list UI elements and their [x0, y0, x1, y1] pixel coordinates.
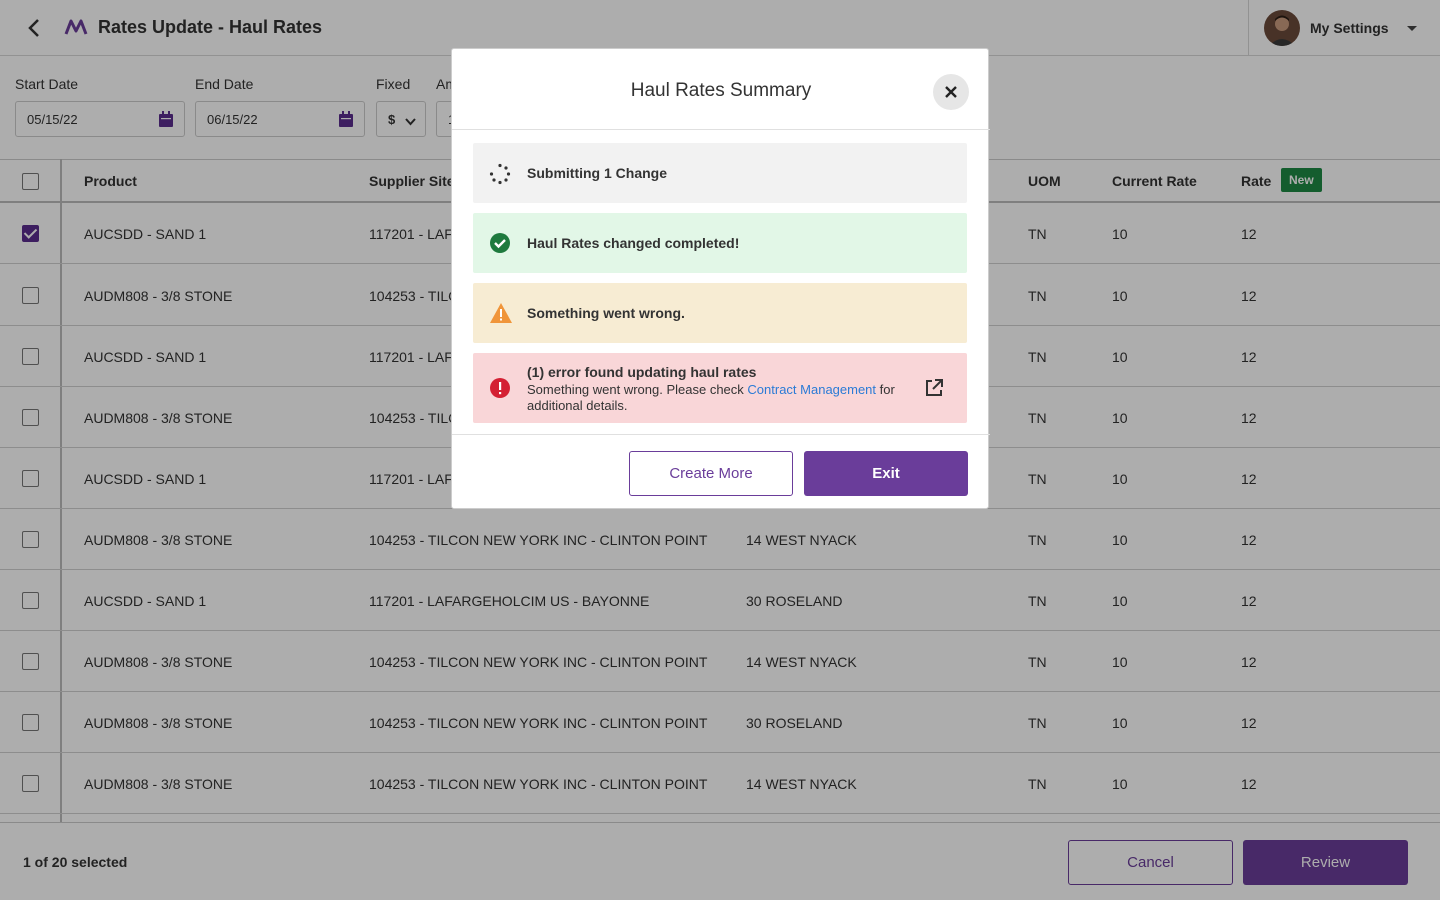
- submitting-text: Submitting 1 Change: [527, 165, 667, 181]
- create-more-button[interactable]: Create More: [629, 451, 793, 496]
- contract-management-link[interactable]: Contract Management: [747, 382, 876, 397]
- spinner-icon: [489, 163, 511, 190]
- haul-rates-summary-modal: Haul Rates Summary Submitting 1 Change H…: [451, 48, 990, 509]
- success-alert: Haul Rates changed completed!: [473, 213, 967, 273]
- modal-divider: [452, 434, 990, 435]
- modal-divider: [452, 129, 990, 130]
- modal-title: Haul Rates Summary: [630, 80, 812, 101]
- check-circle-icon: [489, 232, 511, 259]
- close-icon[interactable]: [933, 74, 969, 110]
- warning-triangle-icon: [489, 302, 513, 329]
- error-message-pre: Something went wrong. Please check: [527, 382, 748, 397]
- error-circle-icon: [489, 377, 511, 404]
- warning-alert: Something went wrong.: [473, 283, 967, 343]
- exit-button[interactable]: Exit: [804, 451, 968, 496]
- submitting-alert: Submitting 1 Change: [473, 143, 967, 203]
- success-text: Haul Rates changed completed!: [527, 235, 740, 251]
- warning-text: Something went wrong.: [527, 305, 685, 321]
- error-title: (1) error found updating haul rates: [527, 364, 757, 380]
- error-message: Something went wrong. Please check Contr…: [527, 382, 907, 414]
- external-link-icon[interactable]: [924, 378, 944, 403]
- error-alert: (1) error found updating haul rates Some…: [473, 353, 967, 423]
